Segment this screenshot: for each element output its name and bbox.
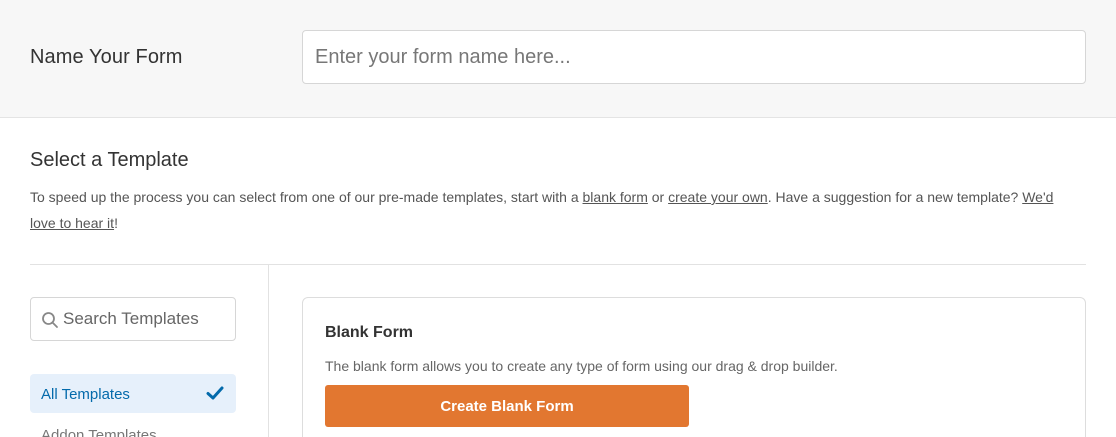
template-search-box[interactable] bbox=[30, 297, 236, 341]
search-icon bbox=[42, 312, 58, 328]
create-your-own-link[interactable]: create your own bbox=[668, 189, 768, 205]
blank-form-description: The blank form allows you to create any … bbox=[325, 358, 838, 374]
select-template-title: Select a Template bbox=[30, 149, 189, 171]
search-templates-input[interactable] bbox=[63, 298, 233, 340]
category-addon-templates[interactable]: Addon Templates bbox=[41, 427, 157, 437]
sidebar-divider bbox=[268, 265, 269, 437]
blank-form-link[interactable]: blank form bbox=[583, 189, 648, 205]
blank-form-title: Blank Form bbox=[325, 324, 414, 341]
section-divider bbox=[30, 264, 1086, 265]
category-all-templates[interactable]: All Templates bbox=[30, 374, 236, 413]
form-name-bar: Name Your Form bbox=[0, 0, 1116, 118]
create-blank-form-button[interactable]: Create Blank Form bbox=[325, 385, 689, 427]
template-desc-text-2: or bbox=[647, 189, 669, 205]
blank-form-card: Blank Form The blank form allows you to … bbox=[302, 297, 1086, 437]
checkmark-icon bbox=[206, 386, 224, 400]
form-name-input[interactable] bbox=[302, 30, 1086, 84]
template-desc-text-3: . Have a suggestion for a new template? bbox=[767, 189, 1023, 205]
template-desc-text-1: To speed up the process you can select f… bbox=[30, 189, 583, 205]
template-desc-text-4: ! bbox=[114, 215, 118, 231]
form-name-label: Name Your Form bbox=[30, 46, 183, 68]
category-label: All Templates bbox=[41, 386, 130, 403]
template-description: To speed up the process you can select f… bbox=[30, 184, 1080, 236]
